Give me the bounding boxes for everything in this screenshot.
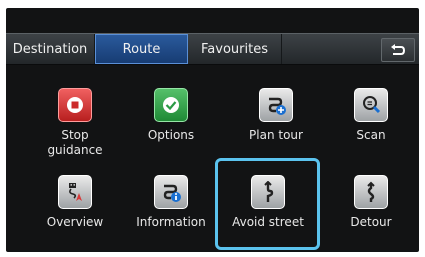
scan-label: Scan xyxy=(356,128,386,142)
route-menu-grid: Stop guidance Options Plan tour Scan Ove… xyxy=(6,64,419,252)
plan-tour-icon xyxy=(259,88,293,122)
detour-button[interactable]: Detour xyxy=(323,175,419,230)
selection-highlight xyxy=(215,158,320,250)
scan-button[interactable]: Scan xyxy=(323,88,419,143)
overview-button[interactable]: Overview xyxy=(27,175,123,230)
scan-magnifier-icon xyxy=(354,88,388,122)
stop-icon xyxy=(58,88,92,122)
tab-destination[interactable]: Destination xyxy=(6,34,95,64)
information-button[interactable]: Information xyxy=(123,175,219,230)
nav-screen: Destination Route Favourites Stop guidan… xyxy=(6,8,419,252)
stop-guidance-button[interactable]: Stop guidance xyxy=(27,88,123,158)
tab-route[interactable]: Route xyxy=(95,34,188,64)
information-label: Information xyxy=(136,215,206,229)
options-label: Options xyxy=(147,128,195,142)
tab-favourites[interactable]: Favourites xyxy=(188,34,282,64)
stop-guidance-label: Stop guidance xyxy=(47,128,103,157)
tab-bar: Destination Route Favourites xyxy=(6,33,419,65)
detour-icon xyxy=(354,175,388,209)
back-arrow-icon xyxy=(391,43,406,55)
plan-tour-button[interactable]: Plan tour xyxy=(228,88,324,143)
detour-label: Detour xyxy=(350,215,392,229)
overview-label: Overview xyxy=(46,215,104,229)
back-button[interactable] xyxy=(381,38,415,62)
overview-route-icon xyxy=(58,175,92,209)
checkmark-icon xyxy=(154,88,188,122)
route-info-icon xyxy=(154,175,188,209)
plan-tour-label: Plan tour xyxy=(249,128,303,142)
options-button[interactable]: Options xyxy=(123,88,219,143)
